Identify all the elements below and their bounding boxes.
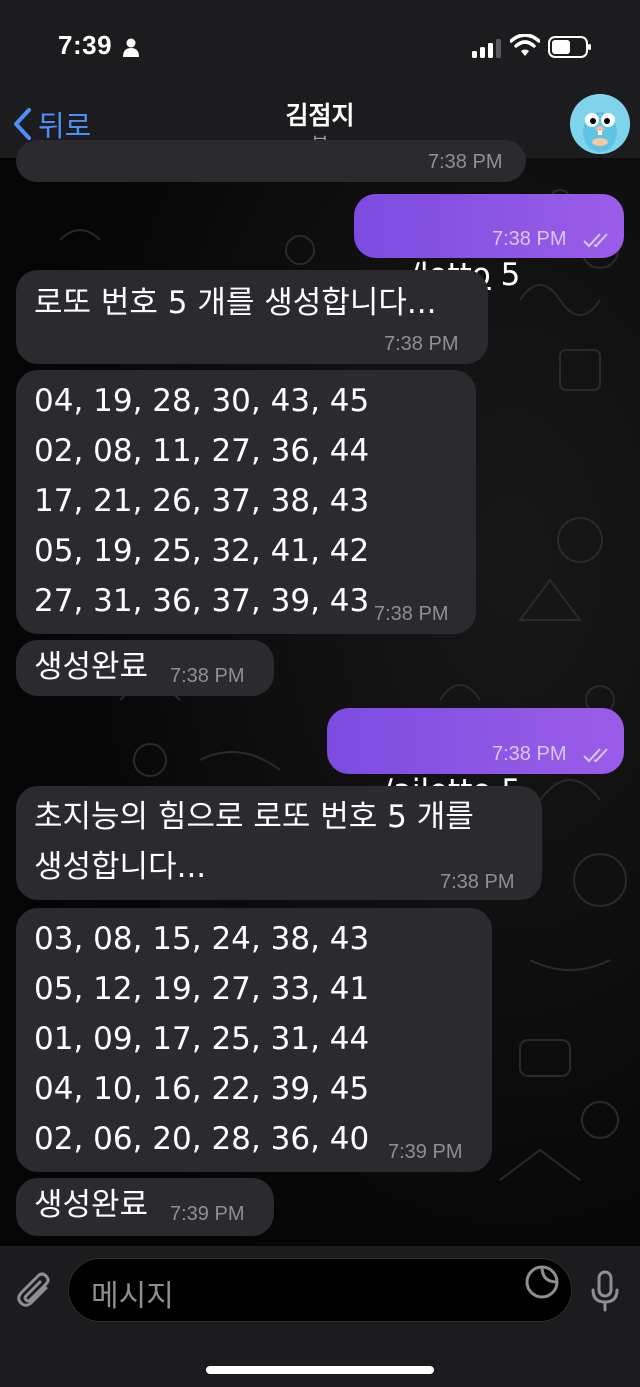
double-check-icon <box>583 233 608 248</box>
message-composer: 메시지 <box>0 1246 640 1387</box>
sticker-icon[interactable] <box>522 1262 562 1302</box>
message-bubble-outgoing[interactable]: /ailotto 5 7:38 PM <box>327 708 624 809</box>
lotto-numbers-line: 04, 10, 16, 22, 39, 45 <box>34 1071 370 1107</box>
microphone-icon[interactable] <box>590 1270 620 1314</box>
lotto-numbers-line: 02, 08, 11, 27, 36, 44 <box>34 433 370 469</box>
message-bubble[interactable]: 초지능의 힘으로 로또 번호 5 개를 생성합니다... 7:38 PM <box>16 786 542 900</box>
lotto-numbers-line: 02, 06, 20, 28, 36, 40 <box>34 1121 370 1157</box>
message-time: 7:38 PM <box>440 871 515 893</box>
paperclip-icon[interactable] <box>16 1270 54 1312</box>
message-time: 7:38 PM <box>428 151 503 173</box>
message-text-line: 초지능의 힘으로 로또 번호 5 개를 <box>34 799 474 835</box>
status-time: 7:39 <box>58 30 113 60</box>
lotto-numbers-line: 01, 09, 17, 25, 31, 44 <box>34 1021 370 1057</box>
double-check-icon <box>583 748 608 763</box>
message-text-line: 생성합니다... <box>34 849 207 885</box>
message-bubble[interactable]: 로또 번호 5 개를 생성합니다... 7:38 PM <box>16 270 488 364</box>
message-time: 7:38 PM <box>170 665 245 687</box>
message-time: 7:38 PM <box>492 743 567 765</box>
message-input[interactable]: 메시지 <box>68 1258 572 1322</box>
message-time: 7:38 PM <box>374 603 449 625</box>
message-input-placeholder: 메시지 <box>91 1279 174 1314</box>
message-bubble[interactable]: 생성완료 7:39 PM <box>16 1178 274 1236</box>
chat-title[interactable]: 김점지 <box>0 96 640 132</box>
battery-icon <box>548 36 591 58</box>
message-bubble[interactable]: 7:38 PM <box>16 140 526 182</box>
message-text: 생성완료 <box>34 649 149 685</box>
message-bubble[interactable]: 04, 19, 28, 30, 43, 45 02, 08, 11, 27, 3… <box>16 370 476 634</box>
status-bar: 7:39 <box>0 0 640 92</box>
person-icon <box>123 38 139 57</box>
message-time: 7:39 PM <box>170 1203 245 1225</box>
message-time: 7:38 PM <box>492 228 567 250</box>
message-time: 7:38 PM <box>384 333 459 355</box>
command-arg: 5 <box>490 257 521 293</box>
lotto-numbers-line: 05, 12, 19, 27, 33, 41 <box>34 971 370 1007</box>
avatar[interactable] <box>570 94 630 154</box>
gopher-avatar-icon <box>570 94 630 154</box>
message-time: 7:39 PM <box>388 1141 463 1163</box>
message-text: 생성완료 <box>34 1187 149 1223</box>
message-bubble[interactable]: 생성완료 7:38 PM <box>16 640 274 696</box>
signal-icon <box>472 39 501 58</box>
lotto-numbers-line: 17, 21, 26, 37, 38, 43 <box>34 483 370 519</box>
wifi-icon <box>510 34 540 56</box>
lotto-numbers-line: 03, 08, 15, 24, 38, 43 <box>34 921 370 957</box>
message-bubble[interactable]: 03, 08, 15, 24, 38, 43 05, 12, 19, 27, 3… <box>16 908 492 1172</box>
message-bubble-outgoing[interactable]: /lotto 5 7:38 PM <box>354 194 624 293</box>
message-text: 로또 번호 5 개를 생성합니다... <box>34 285 437 321</box>
lotto-numbers-line: 05, 19, 25, 32, 41, 42 <box>34 533 370 569</box>
home-indicator <box>206 1366 434 1374</box>
lotto-numbers-line: 04, 19, 28, 30, 43, 45 <box>34 383 370 419</box>
lotto-numbers-line: 27, 31, 36, 37, 39, 43 <box>34 583 370 619</box>
